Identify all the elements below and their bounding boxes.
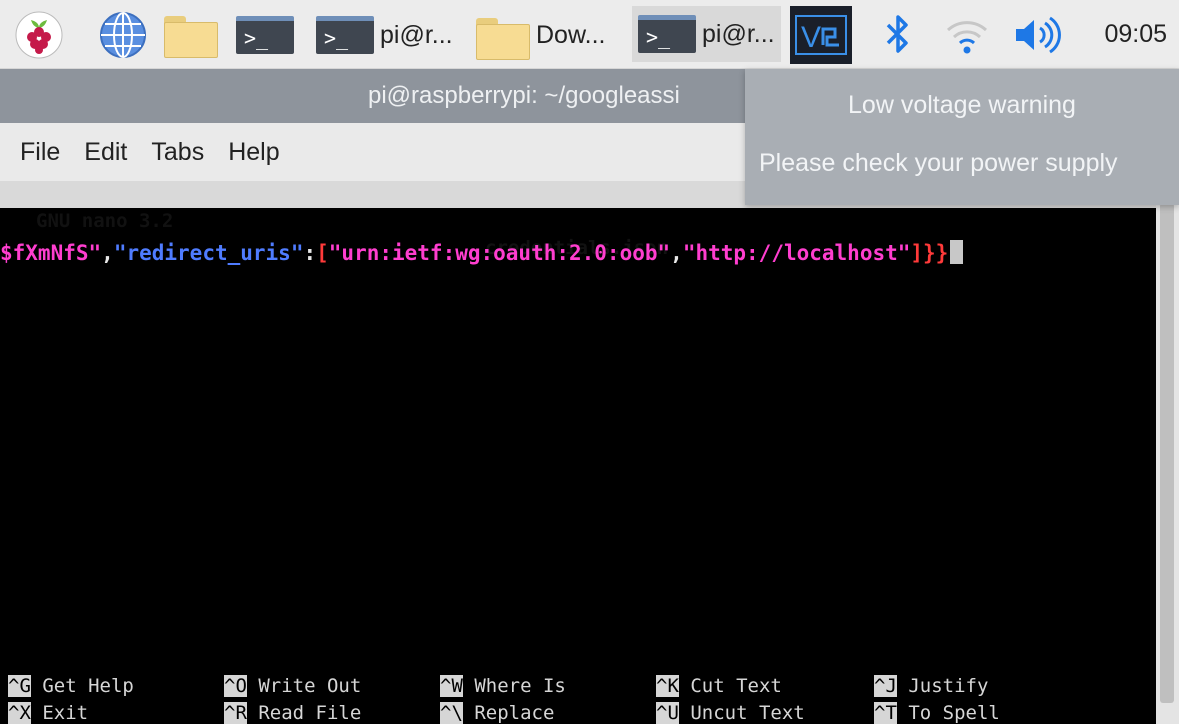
task-downloads[interactable]: Dow...: [474, 10, 605, 60]
shortcut-key: ^O: [224, 675, 247, 697]
shortcut-exit: ^X Exit: [8, 700, 88, 724]
shortcut-justify: ^J Justify: [874, 673, 988, 699]
text-cursor: [950, 240, 964, 264]
terminal-icon: >_: [638, 15, 696, 53]
raspberry-menu-icon[interactable]: [14, 10, 64, 60]
shortcut-key: ^K: [656, 675, 679, 697]
json-punct: ,: [670, 241, 683, 265]
scrollbar[interactable]: [1156, 181, 1179, 724]
shortcut-label: Where Is: [474, 675, 566, 697]
low-voltage-notification[interactable]: Low voltage warning Please check your po…: [745, 69, 1179, 205]
editor-line[interactable]: $fXmNfS","redirect_uris":["urn:ietf:wg:o…: [0, 239, 964, 267]
shortcut-read-file: ^R Read File: [224, 700, 361, 724]
shortcut-key: ^R: [224, 702, 247, 724]
shortcut-key: ^T: [874, 702, 897, 724]
menu-tabs[interactable]: Tabs: [151, 138, 204, 167]
folder-icon: [474, 12, 530, 60]
scrollbar-thumb[interactable]: [1160, 203, 1174, 703]
json-bracket: [: [316, 241, 329, 265]
clock[interactable]: 09:05: [1104, 20, 1167, 49]
task-terminal-1[interactable]: >_ pi@r...: [316, 10, 453, 60]
shortcut-label: Exit: [42, 702, 89, 724]
shortcut-label: Write Out: [258, 675, 362, 697]
menu-help[interactable]: Help: [228, 138, 279, 167]
file-manager-icon[interactable]: [162, 10, 218, 60]
shortcut-write-out: ^O Write Out: [224, 673, 361, 699]
shortcut-key: ^J: [874, 675, 897, 697]
shortcut-label: Uncut Text: [690, 702, 805, 724]
terminal-icon: >_: [316, 16, 374, 54]
vnc-icon[interactable]: V: [790, 6, 852, 64]
notification-message: Please check your power supply: [759, 149, 1118, 177]
window-title: pi@raspberrypi: ~/googleassi: [368, 82, 680, 109]
taskbar: >_ >_ pi@r... Dow... >_ pi@r... V 09:05: [0, 0, 1179, 69]
wifi-icon[interactable]: [944, 12, 990, 58]
task-label: pi@r...: [702, 19, 775, 48]
shortcut-cut-text: ^K Cut Text: [656, 673, 782, 699]
json-string: $fXmNfS": [0, 241, 102, 265]
notification-title: Low voltage warning: [848, 91, 1076, 119]
json-bracket: ]}}: [910, 241, 949, 265]
shortcut-uncut-text: ^U Uncut Text: [656, 700, 805, 724]
shortcut-label: Get Help: [42, 675, 134, 697]
json-string: "http://localhost": [682, 241, 911, 265]
svg-text:V: V: [801, 21, 821, 54]
web-browser-icon[interactable]: [98, 10, 148, 60]
shortcut-get-help: ^G Get Help: [8, 673, 134, 699]
shortcut-label: Read File: [258, 702, 362, 724]
json-string: "urn:ietf:wg:oauth:2.0:oob": [328, 241, 671, 265]
task-label: pi@r...: [380, 20, 453, 49]
shortcut-label: Replace: [474, 702, 555, 724]
shortcut-label: To Spell: [908, 702, 1000, 724]
shortcut-label: Justify: [908, 675, 989, 697]
volume-icon[interactable]: [1012, 14, 1064, 56]
task-terminal-2-active[interactable]: >_ pi@r...: [632, 6, 781, 62]
json-punct: :: [303, 241, 317, 265]
nano-version: GNU nano 3.2: [36, 210, 174, 232]
shortcut-replace: ^\ Replace: [440, 700, 554, 724]
shortcut-key: ^W: [440, 675, 463, 697]
shortcut-key: ^X: [8, 702, 31, 724]
menu-edit[interactable]: Edit: [84, 138, 127, 167]
shortcut-where-is: ^W Where Is: [440, 673, 566, 699]
shortcut-to-spell: ^T To Spell: [874, 700, 1000, 724]
bluetooth-icon[interactable]: [878, 12, 918, 56]
shortcut-key: ^U: [656, 702, 679, 724]
terminal-icon[interactable]: >_: [236, 16, 294, 66]
shortcut-label: Cut Text: [690, 675, 782, 697]
terminal-area[interactable]: GNU nano 3.2 credentials.json $fXmNfS","…: [0, 181, 1156, 724]
shortcut-key: ^\: [440, 702, 463, 724]
shortcut-key: ^G: [8, 675, 31, 697]
task-label: Dow...: [536, 20, 606, 49]
json-key: "redirect_uris": [113, 241, 304, 265]
menu-file[interactable]: File: [20, 138, 60, 167]
json-punct: ,: [101, 241, 114, 265]
